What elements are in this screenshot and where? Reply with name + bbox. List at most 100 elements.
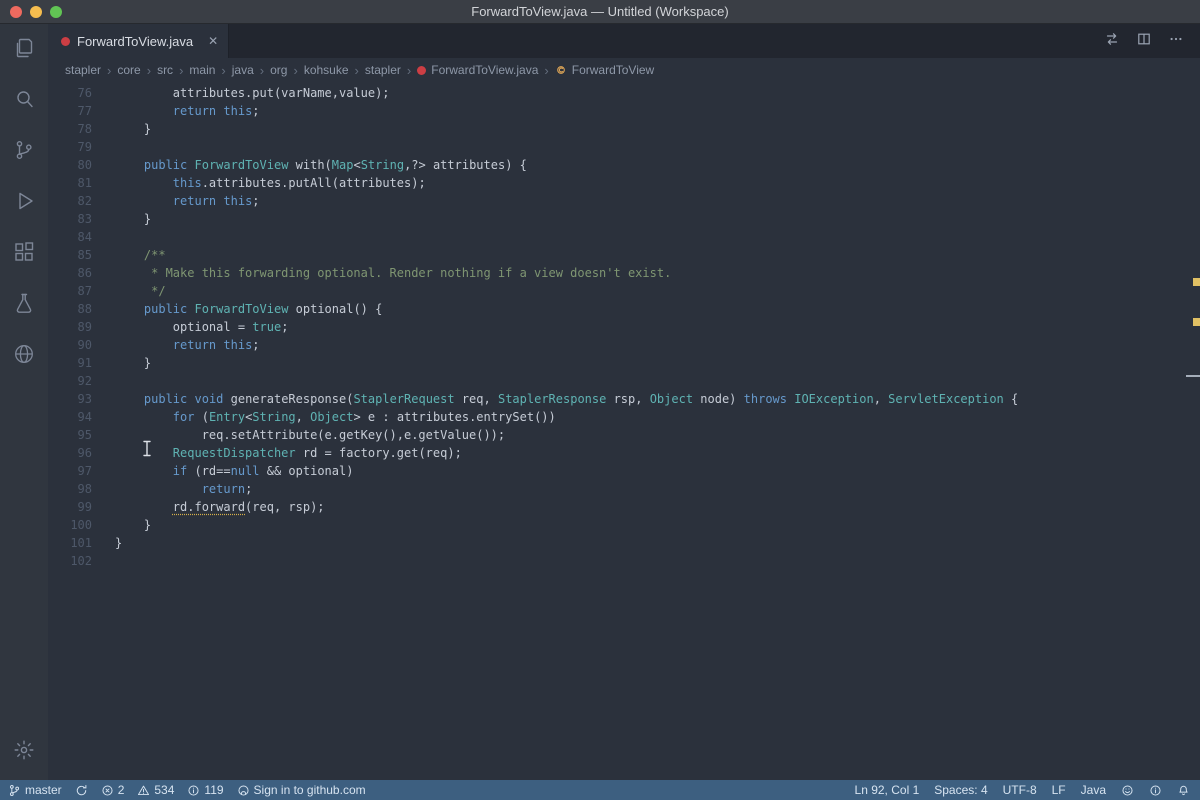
bell-icon (1177, 784, 1190, 797)
activity-item-testing[interactable] (0, 279, 48, 327)
gear-icon (12, 738, 36, 762)
breadcrumb-item[interactable]: core (117, 63, 140, 77)
code-text: rd.forward(req, rsp); (92, 498, 325, 516)
status-eol[interactable]: LF (1052, 783, 1066, 797)
breadcrumb-item[interactable]: ForwardToView (555, 63, 654, 77)
run-icon (12, 189, 36, 213)
breadcrumb-item[interactable]: src (157, 63, 173, 77)
code-line: 98 return; (48, 480, 1200, 498)
line-number: 102 (48, 552, 92, 570)
status-notifications[interactable] (1177, 784, 1190, 797)
java-file-icon (61, 37, 70, 46)
activity-item-search[interactable] (0, 75, 48, 123)
error-icon (101, 784, 114, 797)
status-info[interactable] (1149, 784, 1162, 797)
overview-ruler[interactable] (1186, 82, 1200, 780)
code-text: public ForwardToView optional() { (92, 300, 382, 318)
status-encoding[interactable]: UTF-8 (1003, 783, 1037, 797)
code-text: } (92, 120, 151, 138)
code-text: if (rd==null && optional) (92, 462, 353, 480)
code-line: 78 } (48, 120, 1200, 138)
minimize-window-button[interactable] (30, 6, 42, 18)
breadcrumb-item[interactable]: stapler (365, 63, 401, 77)
code-line: 82 return this; (48, 192, 1200, 210)
line-number: 93 (48, 390, 92, 408)
git-branch-icon (8, 784, 21, 797)
tab-forwardtoview-java[interactable]: ForwardToView.java ✕ (48, 24, 229, 58)
activity-item-settings[interactable] (0, 726, 48, 774)
code-text (92, 228, 115, 246)
status-language-mode[interactable]: Java (1081, 783, 1106, 797)
line-number: 87 (48, 282, 92, 300)
status-sync[interactable] (75, 784, 88, 797)
breadcrumb-item[interactable]: main (189, 63, 215, 77)
code-text: */ (92, 282, 166, 300)
breadcrumb-item[interactable]: ForwardToView.java (417, 63, 538, 77)
code-line: 80 public ForwardToView with(Map<String,… (48, 156, 1200, 174)
code-line: 101} (48, 534, 1200, 552)
line-number: 85 (48, 246, 92, 264)
split-editor-button[interactable] (1136, 31, 1152, 52)
code-text: } (92, 354, 151, 372)
editor[interactable]: 76 attributes.put(varName,value);77 retu… (48, 82, 1200, 780)
breadcrumb-item[interactable]: stapler (65, 63, 101, 77)
code-line: 95 req.setAttribute(e.getKey(),e.getValu… (48, 426, 1200, 444)
line-number: 84 (48, 228, 92, 246)
search-icon (12, 87, 36, 111)
code-line: 91 } (48, 354, 1200, 372)
status-problems-warnings-label: 534 (154, 783, 174, 797)
code-line: 88 public ForwardToView optional() { (48, 300, 1200, 318)
code-text: public void generateResponse(StaplerRequ… (92, 390, 1018, 408)
zoom-window-button[interactable] (50, 6, 62, 18)
breadcrumb-separator: › (544, 63, 548, 78)
code-line: 94 for (Entry<String, Object> e : attrib… (48, 408, 1200, 426)
code-line: 100 } (48, 516, 1200, 534)
line-number: 79 (48, 138, 92, 156)
status-feedback[interactable] (1121, 784, 1134, 797)
activity-item-explorer[interactable] (0, 24, 48, 72)
files-icon (12, 36, 36, 60)
code-line: 76 attributes.put(varName,value); (48, 84, 1200, 102)
status-cursor-position[interactable]: Ln 92, Col 1 (855, 783, 920, 797)
code-text: public ForwardToView with(Map<String,?> … (92, 156, 527, 174)
status-indentation[interactable]: Spaces: 4 (934, 783, 987, 797)
tab-close-icon[interactable]: ✕ (208, 34, 218, 48)
activity-item-remote-explorer[interactable] (0, 330, 48, 378)
status-problems-errors[interactable]: 2 (101, 783, 125, 797)
line-number: 82 (48, 192, 92, 210)
mouse-cursor-ibeam (141, 440, 153, 457)
overview-warning-mark (1193, 278, 1200, 286)
status-problems-warnings[interactable]: 534 (137, 783, 174, 797)
open-changes-button[interactable] (1104, 31, 1120, 52)
line-number: 88 (48, 300, 92, 318)
line-number: 101 (48, 534, 92, 552)
status-problems-errors-label: 2 (118, 783, 125, 797)
code-line: 85 /** (48, 246, 1200, 264)
more-actions-button[interactable] (1168, 31, 1184, 52)
close-window-button[interactable] (10, 6, 22, 18)
code-line: 102 (48, 552, 1200, 570)
status-github-signin[interactable]: Sign in to github.com (237, 783, 366, 797)
code-text (92, 552, 115, 570)
smiley-icon (1121, 784, 1134, 797)
breadcrumb-item[interactable]: org (270, 63, 287, 77)
code-text: this.attributes.putAll(attributes); (92, 174, 426, 192)
code-line: 93 public void generateResponse(StaplerR… (48, 390, 1200, 408)
line-number: 99 (48, 498, 92, 516)
code-text: return this; (92, 102, 260, 120)
code-line: 90 return this; (48, 336, 1200, 354)
activity-item-source-control[interactable] (0, 126, 48, 174)
breadcrumb-item[interactable]: java (232, 63, 254, 77)
workbench: ForwardToView.java ✕ stapler›core›src›ma… (0, 24, 1200, 780)
breadcrumb-item[interactable]: kohsuke (304, 63, 349, 77)
activity-item-extensions[interactable] (0, 228, 48, 276)
status-info-count[interactable]: 119 (187, 783, 223, 797)
code-text: return; (92, 480, 252, 498)
editor-group: ForwardToView.java ✕ stapler›core›src›ma… (48, 24, 1200, 780)
code-text: return this; (92, 336, 260, 354)
activity-item-run-and-debug[interactable] (0, 177, 48, 225)
status-git-branch[interactable]: master (8, 783, 62, 797)
breadcrumb-label: main (189, 63, 215, 77)
code-text: } (92, 534, 122, 552)
java-file-icon (417, 66, 426, 75)
